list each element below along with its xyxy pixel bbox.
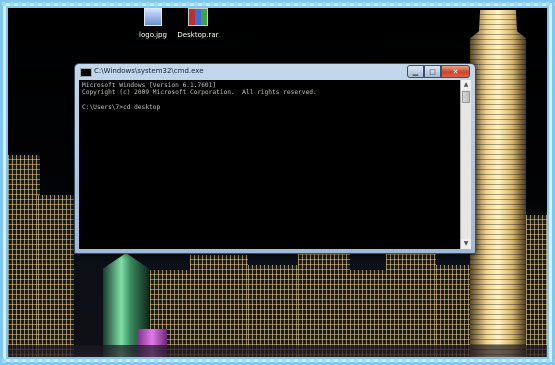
minimize-icon: ▁ <box>412 67 419 76</box>
maximize-button[interactable]: □ <box>424 65 441 78</box>
scrollbar-thumb[interactable] <box>462 91 470 103</box>
close-icon: ✕ <box>452 67 459 76</box>
vertical-scrollbar[interactable]: ▲ ▼ <box>460 80 471 249</box>
building <box>0 155 40 365</box>
scroll-up-arrow-icon[interactable]: ▲ <box>461 80 471 90</box>
cmd-window[interactable]: C:\Windows\system32\cmd.exe ▁ □ ✕ Micros… <box>74 63 476 254</box>
scroll-down-arrow-icon[interactable]: ▼ <box>461 239 471 249</box>
archive-file-icon <box>188 8 208 26</box>
window-titlebar[interactable]: C:\Windows\system32\cmd.exe ▁ □ ✕ <box>75 64 475 80</box>
console-text: Microsoft Windows [Version 6.1.7601] Cop… <box>79 80 461 114</box>
console-output[interactable]: Microsoft Windows [Version 6.1.7601] Cop… <box>79 80 461 249</box>
harbor-water <box>0 345 555 365</box>
desktop-icon-desktop-rar[interactable]: Desktop.rar <box>168 8 228 39</box>
window-controls: ▁ □ ✕ <box>407 65 470 78</box>
console-line: C:\Users\7>cd desktop <box>82 104 161 112</box>
desktop-icon-label: Desktop.rar <box>177 31 219 39</box>
maximize-icon: □ <box>429 67 436 76</box>
building <box>526 215 555 365</box>
building <box>38 195 74 365</box>
console-icon <box>80 68 92 77</box>
window-title: C:\Windows\system32\cmd.exe <box>94 67 204 75</box>
image-file-icon <box>144 8 162 26</box>
console-line: Copyright (c) 2009 Microsoft Corporation… <box>82 89 317 97</box>
console-line: Microsoft Windows [Version 6.1.7601] <box>82 82 217 89</box>
minimize-button[interactable]: ▁ <box>407 65 424 78</box>
close-button[interactable]: ✕ <box>441 65 470 78</box>
skyscraper <box>470 10 526 365</box>
